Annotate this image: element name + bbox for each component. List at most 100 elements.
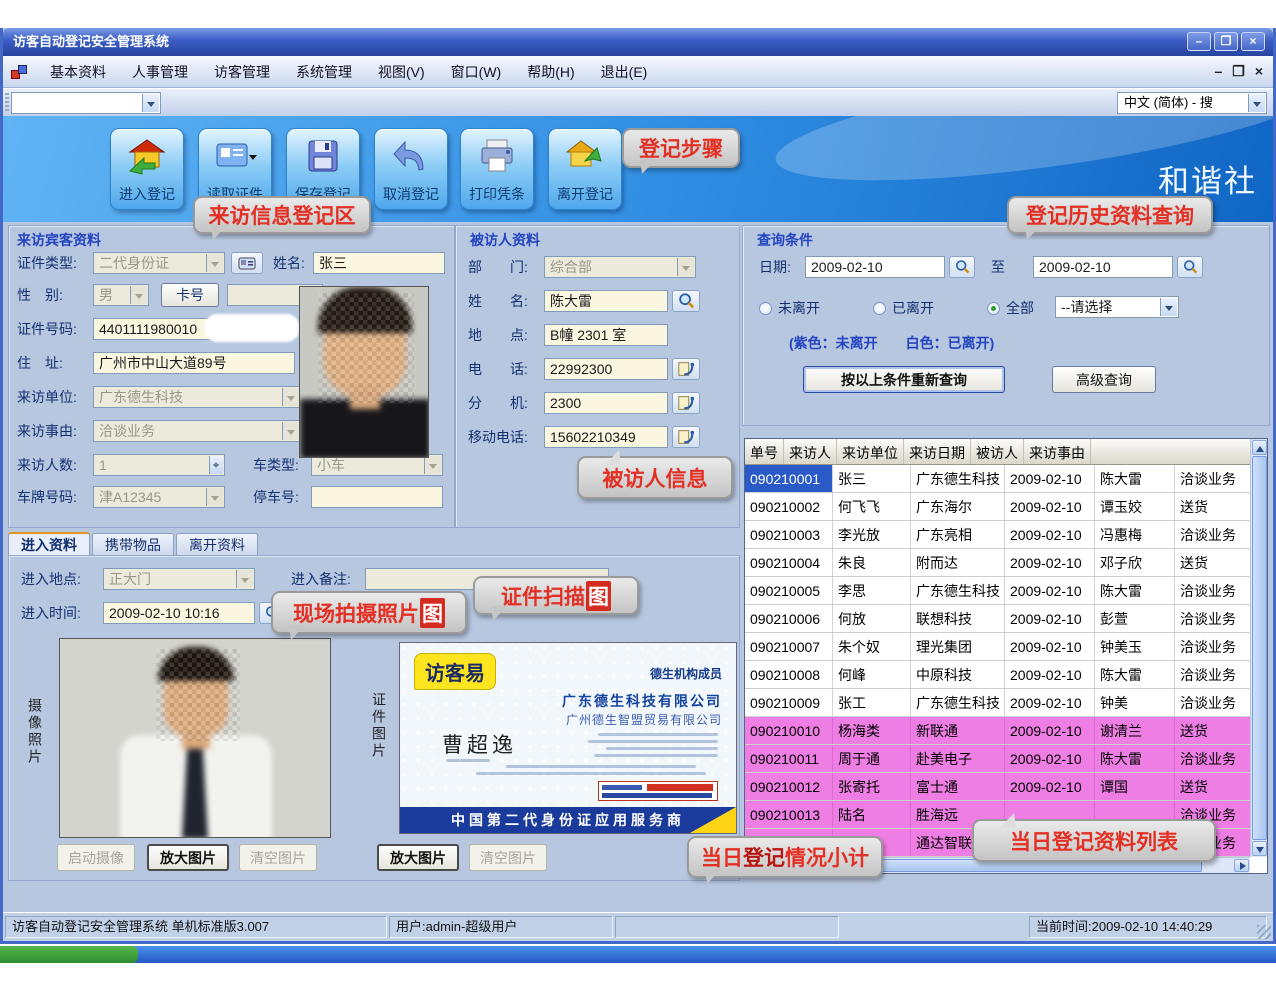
restore-icon[interactable]: ❐: [1214, 32, 1238, 51]
dial-phone-button[interactable]: [672, 358, 700, 380]
minimize-icon[interactable]: –: [1187, 32, 1211, 51]
visitor-name-input[interactable]: 张三: [313, 252, 445, 274]
scroll-right-icon[interactable]: [1234, 859, 1249, 872]
cancel-register-button[interactable]: 取消登记: [374, 128, 448, 210]
menu-item[interactable]: 帮助(H): [514, 57, 587, 87]
menu-item[interactable]: 窗口(W): [438, 57, 515, 87]
extension-input[interactable]: 2300: [544, 392, 668, 414]
menu-item[interactable]: 系统管理: [283, 57, 365, 87]
quick-combo[interactable]: [11, 92, 161, 114]
visitor-id-photo: [299, 286, 429, 458]
tab[interactable]: 进入资料: [8, 532, 90, 556]
leave-register-button[interactable]: 离开登记: [548, 128, 622, 210]
dial-mobile-button[interactable]: [672, 426, 700, 448]
lookup-person-button[interactable]: [672, 290, 700, 312]
app-icon: [11, 65, 27, 79]
phone-input[interactable]: 22992300: [544, 358, 668, 380]
clear-card-button[interactable]: 清空图片: [469, 844, 547, 871]
requery-button[interactable]: 按以上条件重新查询: [803, 366, 1005, 393]
date-to-picker-button[interactable]: [1177, 256, 1203, 278]
column-header[interactable]: 被访人: [971, 439, 1024, 464]
table-row[interactable]: 090210011周于通 赴美电子2009-02-10 陈大雷洽谈业务: [745, 745, 1267, 773]
location-input[interactable]: B幢 2301 室: [544, 324, 668, 346]
address-input[interactable]: 广州市中山大道89号: [93, 352, 295, 374]
gender-select[interactable]: 男: [93, 284, 149, 306]
column-header[interactable]: 来访单位: [837, 439, 904, 464]
radio-icon[interactable]: [873, 302, 886, 315]
table-row[interactable]: 090210009张工 广东德生科技2009-02-10 钟美洽谈业务: [745, 689, 1267, 717]
callout-history-query: 登记历史资料查询: [1007, 196, 1213, 234]
column-header[interactable]: 来访日期: [904, 439, 971, 464]
radio-icon[interactable]: [987, 302, 1000, 315]
resize-grip[interactable]: [1257, 925, 1271, 939]
radio-icon[interactable]: [759, 302, 772, 315]
column-header[interactable]: 来访事由: [1024, 439, 1091, 464]
status-radio[interactable]: 未离开: [759, 298, 820, 318]
advanced-query-button[interactable]: 高级查询: [1052, 366, 1156, 393]
menu-item[interactable]: 基本资料: [37, 57, 119, 87]
dial-extension-button[interactable]: [672, 392, 700, 414]
cert-type-select[interactable]: 二代身份证: [93, 252, 225, 274]
close-icon[interactable]: ×: [1241, 32, 1265, 51]
date-from-picker-button[interactable]: [949, 256, 975, 278]
parking-input[interactable]: [311, 486, 443, 508]
status-filter-select[interactable]: --请选择: [1055, 296, 1179, 318]
dept-select[interactable]: 综合部: [544, 256, 696, 278]
table-row[interactable]: 090210004朱良 附而达2009-02-10 邓子欣送货: [745, 549, 1267, 577]
menu-item[interactable]: 视图(V): [365, 57, 438, 87]
table-row[interactable]: 090210005李思 广东德生科技2009-02-10 陈大雷洽谈业务: [745, 577, 1267, 605]
phone-note-icon: [677, 394, 695, 412]
statusbar-current-time: 当前时间:2009-02-10 14:40:29: [1029, 916, 1267, 938]
plate-select[interactable]: 津A12345: [93, 486, 225, 508]
stepper-arrows-icon[interactable]: [209, 456, 223, 474]
table-row[interactable]: 090210001张三 广东德生科技2009-02-10 陈大雷洽谈业务: [745, 465, 1267, 493]
entry-time-input[interactable]: 2009-02-10 10:16: [103, 602, 255, 624]
zoom-card-button[interactable]: 放大图片: [377, 844, 459, 871]
parking-label: 停车号:: [253, 486, 299, 508]
menu-item[interactable]: 人事管理: [119, 57, 201, 87]
enter-register-button[interactable]: 进入登记: [110, 128, 184, 210]
card-reader-icon: [238, 255, 256, 271]
visit-reason-select[interactable]: 洽谈业务: [93, 420, 301, 442]
mdi-minimize-icon[interactable]: –: [1214, 63, 1222, 80]
table-row[interactable]: 090210003李光放 广东亮相2009-02-10 冯惠梅洽谈业务: [745, 521, 1267, 549]
tab[interactable]: 携带物品: [92, 533, 174, 556]
tab[interactable]: 离开资料: [176, 533, 258, 556]
table-row[interactable]: 090210010杨海类 新联通2009-02-10 谢清兰送货: [745, 717, 1267, 745]
chevron-down-icon[interactable]: [1160, 298, 1177, 316]
mdi-restore-icon[interactable]: ❐: [1232, 63, 1245, 80]
card-logo: 访客易: [414, 653, 496, 690]
chevron-down-icon[interactable]: [142, 94, 159, 112]
date-from-input[interactable]: 2009-02-10: [805, 256, 945, 278]
status-radio[interactable]: 全部: [987, 298, 1034, 318]
menu-item[interactable]: 访客管理: [201, 57, 283, 87]
visited-name-input[interactable]: 陈大雷: [544, 290, 668, 312]
column-header[interactable]: 来访人: [784, 439, 837, 464]
scrollbar-thumb[interactable]: [1252, 456, 1267, 840]
table-row[interactable]: 090210002何飞飞 广东海尔2009-02-10 谭玉姣送货: [745, 493, 1267, 521]
language-bar[interactable]: 中文 (简体) - 搜: [1117, 92, 1267, 114]
clear-photo-button[interactable]: 清空图片: [239, 844, 317, 871]
column-header[interactable]: 单号: [745, 439, 784, 464]
table-row[interactable]: 090210008何峰 中原科技2009-02-10 陈大雷洽谈业务: [745, 661, 1267, 689]
chevron-down-icon[interactable]: [1248, 94, 1265, 112]
date-to-input[interactable]: 2009-02-10: [1033, 256, 1173, 278]
mdi-close-icon[interactable]: ×: [1255, 63, 1263, 80]
card-no-button[interactable]: 卡号: [161, 283, 219, 307]
zoom-photo-button[interactable]: 放大图片: [147, 844, 229, 871]
print-ticket-button[interactable]: 打印凭条: [460, 128, 534, 210]
table-row[interactable]: 090210007朱个奴 理光集团2009-02-10 钟美玉洽谈业务: [745, 633, 1267, 661]
scroll-up-icon[interactable]: [1252, 440, 1267, 455]
visitor-count-stepper[interactable]: 1: [93, 454, 225, 476]
table-row[interactable]: 090210006何放 联想科技2009-02-10 彭萱洽谈业务: [745, 605, 1267, 633]
visit-unit-select[interactable]: 广东德生科技: [93, 386, 301, 408]
table-row[interactable]: 090210012张寄托 富士通2009-02-10 谭国送货: [745, 773, 1267, 801]
entry-place-select[interactable]: 正大门: [103, 568, 255, 590]
start-camera-button[interactable]: 启动摄像: [57, 844, 135, 871]
cert-no-label: 证件号码:: [17, 318, 77, 340]
card-reader-button[interactable]: [231, 252, 263, 274]
status-radio[interactable]: 已离开: [873, 298, 934, 318]
scroll-down-icon[interactable]: [1252, 841, 1267, 856]
menu-item[interactable]: 退出(E): [588, 57, 661, 87]
vertical-scrollbar[interactable]: [1250, 439, 1267, 857]
